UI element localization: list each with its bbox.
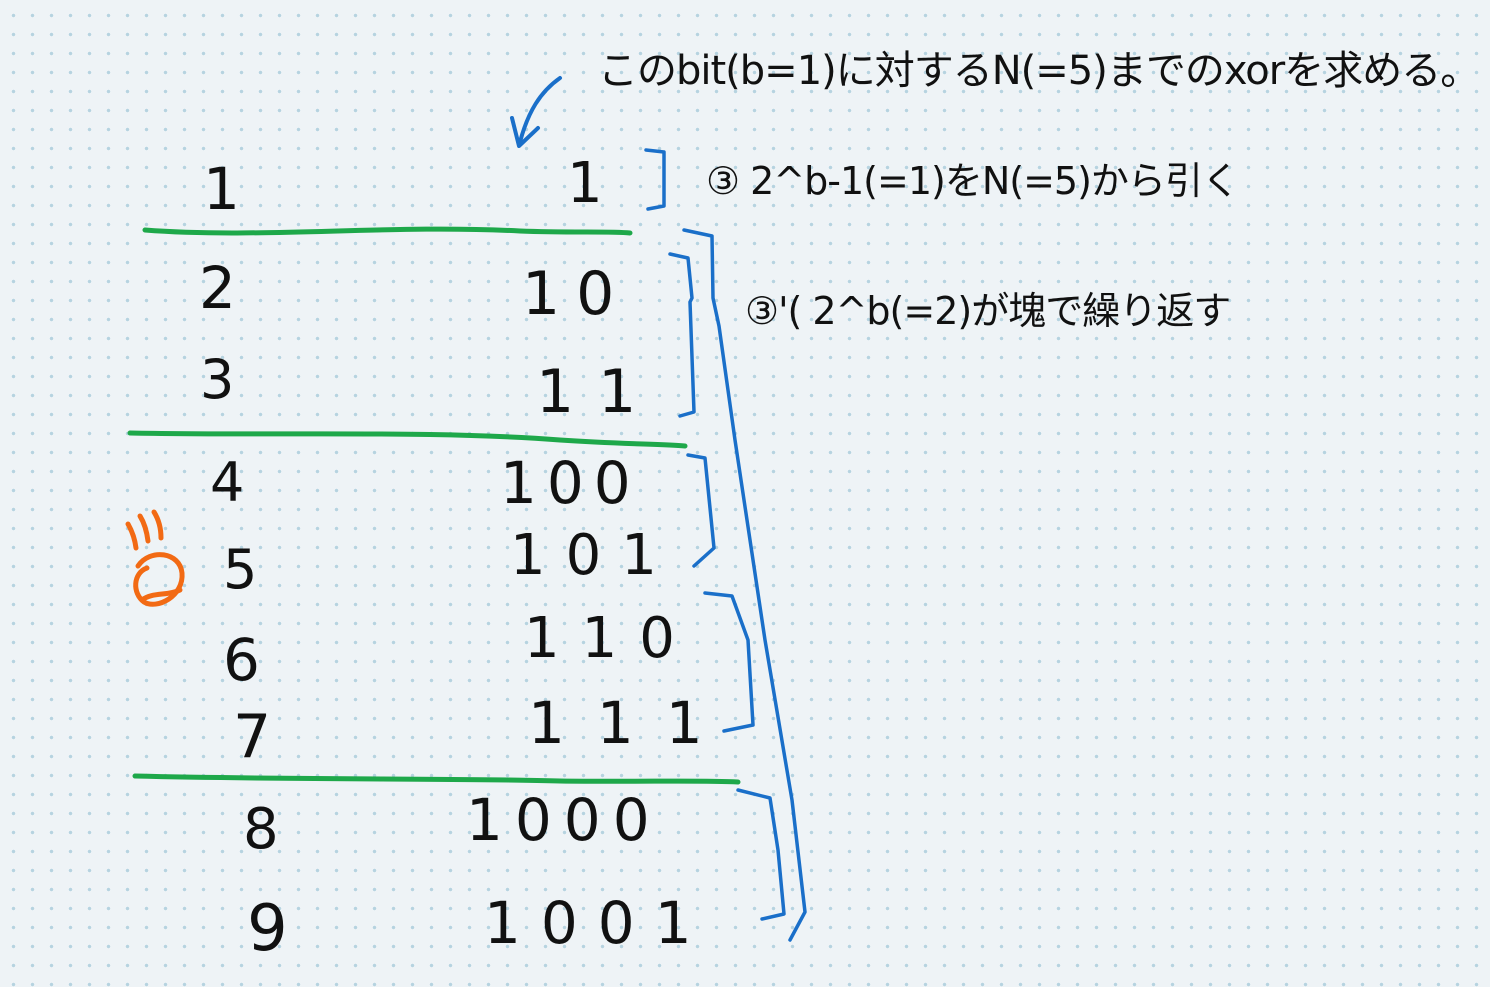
bracket-rows-4-5: [686, 453, 716, 568]
decimal-4: 4: [210, 451, 244, 514]
decimal-3: 3: [200, 348, 234, 411]
binary-3: 11: [536, 357, 660, 427]
circled-two-marker: [125, 509, 185, 607]
divider-after-7: [132, 773, 741, 785]
bracket-row-1: [644, 148, 666, 211]
divider-after-1: [142, 226, 633, 236]
decimal-9: 9: [247, 892, 288, 966]
divider-after-3: [127, 430, 688, 449]
diagram-canvas: 1 2 3 4 5 6 7 8 9 1 10 11 100 101 110 11…: [125, 76, 807, 966]
annotation-repeat-step: ③'( 2^b(=2)が塊で繰り返す: [745, 289, 1231, 333]
bracket-rows-2-3: [668, 252, 696, 418]
decimal-2: 2: [199, 254, 236, 322]
decimal-7: 7: [233, 702, 271, 772]
binary-column: 1 10 11 100 101 110 111 1000 1001: [466, 151, 735, 957]
pointer-arrow: [510, 76, 562, 148]
decimal-1: 1: [203, 155, 240, 223]
annotation-subtract-step: ③ 2^b-1(=1)をN(=5)から引く: [706, 159, 1240, 203]
decimal-6: 6: [223, 626, 260, 694]
binary-8: 1000: [466, 786, 662, 854]
binary-9: 1001: [484, 889, 712, 957]
bracket-rows-2-9: [682, 228, 807, 942]
binary-1: 1: [567, 151, 603, 216]
decimal-column: 1 2 3 4 5 6 7 8 9: [199, 155, 288, 966]
bracket-rows-8-9: [736, 788, 786, 921]
binary-5: 101: [510, 523, 677, 588]
binary-4: 100: [500, 449, 641, 517]
binary-6: 110: [524, 606, 697, 671]
binary-2: 10: [522, 259, 630, 329]
decimal-5: 5: [223, 538, 257, 601]
annotation-xor-goal: このbit(b=1)に対するN(=5)までのxorを求める。: [598, 48, 1480, 94]
binary-7: 111: [528, 689, 735, 757]
decimal-8: 8: [243, 797, 279, 862]
